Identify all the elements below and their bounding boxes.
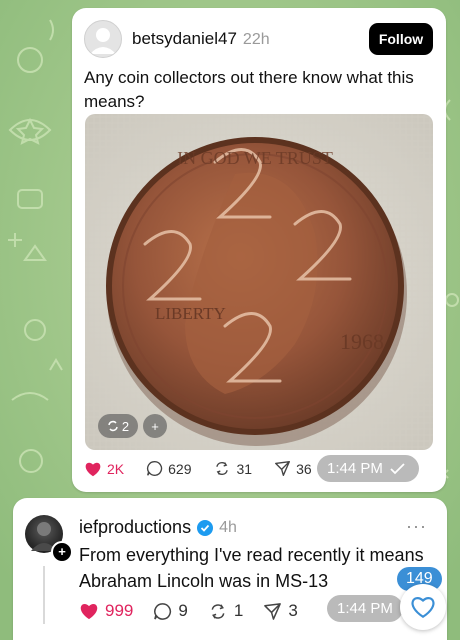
repost-icon [216, 462, 229, 475]
carousel-count: 2 [121, 418, 130, 434]
post-author[interactable]: betsydaniel47 22h [132, 29, 270, 49]
post-card-betsydaniel47: betsydaniel47 22h Follow Any coin collect… [72, 8, 446, 492]
share-button[interactable]: 3 [263, 601, 298, 621]
post-text: From everything I've read recently it me… [79, 545, 424, 591]
add-photo-button[interactable]: + [143, 414, 167, 438]
like-button[interactable]: 999 [79, 601, 133, 621]
heart-filled-icon [80, 603, 98, 620]
reply-count: 629 [168, 460, 192, 477]
heart-filled-icon [85, 462, 101, 476]
avatar[interactable] [84, 20, 122, 58]
username[interactable]: betsydaniel47 [132, 29, 237, 48]
like-count: 999 [105, 601, 134, 620]
like-reaction-button[interactable] [400, 584, 446, 630]
follow-plus-icon[interactable]: + [51, 541, 73, 563]
message-timestamp: 1:44 PM [327, 595, 403, 622]
post-actions: 2K 629 31 36 [84, 460, 334, 477]
share-count: 36 [296, 460, 312, 477]
sync-icon [108, 420, 118, 432]
message-timestamp: 1:44 PM [317, 455, 419, 482]
repost-count: 31 [236, 460, 253, 477]
comment-icon [154, 602, 172, 620]
heart-outline-icon [411, 597, 435, 619]
post-image[interactable]: IN GOD WE TRUST LIBERTY 1968 2 + [85, 114, 433, 450]
post-text: Any coin collectors out there know what … [84, 68, 414, 111]
repost-icon [211, 603, 225, 619]
message-time: 1:44 PM [327, 460, 383, 477]
photo-carousel-badge[interactable]: 2 [98, 414, 138, 438]
comment-icon [147, 461, 163, 476]
more-options-icon[interactable]: ··· [406, 516, 427, 537]
default-avatar-icon [90, 28, 116, 54]
like-count: 2K [107, 460, 125, 477]
reply-count: 9 [178, 601, 188, 620]
message-time: 1:44 PM [337, 600, 393, 617]
coin-top-text: IN GOD WE TRUST [177, 148, 333, 168]
repost-button[interactable]: 31 [213, 460, 252, 477]
follow-button[interactable]: Follow [369, 23, 433, 55]
reply-button[interactable]: 9 [153, 601, 188, 621]
reply-button[interactable]: 629 [146, 460, 191, 477]
post-actions: 999 9 1 3 [79, 601, 318, 621]
like-button[interactable]: 2K [84, 461, 124, 477]
reply-card-iefproductions: + iefproductions 4h ··· From everything … [13, 498, 447, 640]
verified-badge-icon [197, 519, 214, 536]
thread-line [43, 566, 45, 624]
post-time: 4h [219, 518, 237, 536]
post-author[interactable]: iefproductions 4h [79, 517, 237, 538]
coin-liberty-text: LIBERTY [155, 304, 226, 323]
username[interactable]: iefproductions [79, 517, 191, 538]
coin-year: 1968 [340, 329, 384, 354]
read-checkmark-icon [390, 462, 405, 474]
repost-button[interactable]: 1 [208, 601, 243, 621]
send-icon [264, 602, 282, 620]
coin-photo: IN GOD WE TRUST LIBERTY 1968 [85, 114, 433, 450]
send-icon [275, 461, 291, 476]
share-button[interactable]: 36 [274, 460, 312, 477]
post-time: 22h [242, 31, 270, 48]
repost-count: 1 [233, 601, 244, 620]
share-count: 3 [288, 601, 298, 620]
